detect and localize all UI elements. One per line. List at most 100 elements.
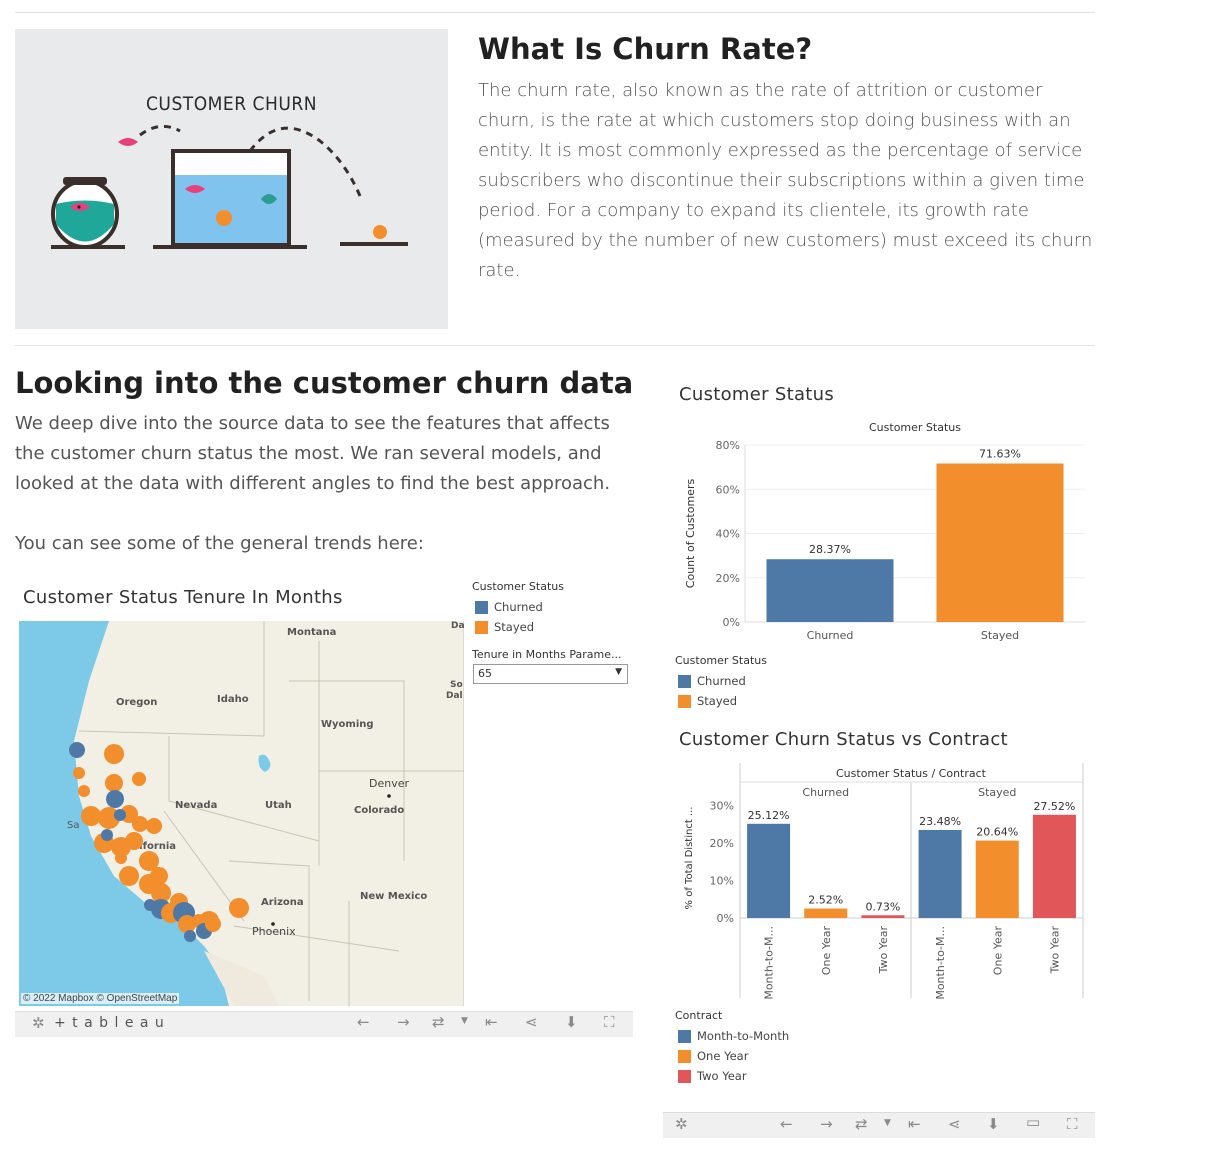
stayed-swatch [475,620,488,634]
data-label: 20.64% [976,826,1018,839]
map-canvas: Montana Oregon Idaho Wyoming Nevada Utah… [19,621,464,1006]
x-tick-label: Two Year [1048,926,1061,975]
state-label-montana: Montana [287,627,336,638]
status-bar-chart[interactable]: Customer Status 80% 60% 40% 20% 0% Count of Cu… [670,410,1095,650]
bar-churned [766,559,894,622]
legend-item-churned[interactable]: Churned [678,671,746,691]
revert-chevron-icon[interactable]: ▼ [461,1016,468,1026]
x-tick-label: Stayed [981,629,1019,642]
top-divider [15,12,1095,13]
tableau-asterisk-icon: ✲ [32,1014,45,1032]
map-viz-title: Customer Status Tenure In Months [23,587,343,608]
trends-intro: You can see some of the general trends h… [15,533,424,554]
state-label-nevada: Nevada [175,800,217,811]
state-label-so: So [450,680,463,690]
redo-icon[interactable]: → [397,1013,410,1031]
y-tick-label: 30% [710,800,734,813]
bar-stayed [936,463,1064,622]
month-to-month-swatch [678,1029,691,1043]
tenure-param-label: Tenure in Months Parame... [472,648,622,661]
download-icon[interactable]: ⬇ [565,1013,578,1031]
section-divider [15,345,1095,346]
data-label: 71.63% [979,448,1021,461]
redo-icon[interactable]: → [820,1115,833,1133]
chart-title: Customer Status [869,421,961,434]
state-label-colorado: Colorado [354,805,404,816]
legend-item-stayed[interactable]: Stayed [678,691,746,711]
legend-item-month-to-month[interactable]: Month-to-Month [678,1026,789,1046]
bar-churned-0 [747,823,791,918]
churn-rate-description: The churn rate, also known as the rate o… [478,80,1093,281]
churned-swatch [678,674,691,688]
two-year-swatch [678,1069,691,1083]
y-tick-label: 20% [716,572,740,585]
legend-item-churned[interactable]: Churned [475,597,543,617]
legend-item-one-year[interactable]: One Year [678,1046,789,1066]
undo-icon[interactable]: ← [780,1115,793,1133]
bar-stayed-2 [1032,814,1076,918]
bar-churned-2 [861,915,905,918]
state-label-arizona: Arizona [261,897,304,908]
tableau-logo[interactable]: + t a b l e a u [54,1015,165,1031]
legend-item-two-year[interactable]: Two Year [678,1066,789,1086]
customer-map[interactable]: Montana Oregon Idaho Wyoming Nevada Utah… [19,621,464,1006]
state-label-dal: Dal [446,691,463,701]
download-icon[interactable]: ⬇ [987,1115,1000,1133]
y-tick-label: 60% [716,483,740,496]
city-label-sa: Sa [67,820,79,831]
share-icon[interactable]: ⋖ [525,1013,538,1031]
state-label-idaho: Idaho [217,694,249,705]
state-label-wyoming: Wyoming [321,719,374,730]
group-label-stayed: Stayed [978,786,1016,799]
x-tick-label: Month-to-M... [763,926,776,1000]
fishbowl-art [51,124,408,249]
contract-legend-title: Contract [675,1009,723,1022]
y-tick-label: 20% [710,837,734,850]
revert-icon[interactable]: ⇄ [432,1013,445,1031]
device-preview-icon[interactable]: ▭ [1026,1113,1040,1131]
revert-icon[interactable]: ⇄ [855,1115,868,1133]
legend-item-stayed[interactable]: Stayed [475,617,543,637]
map-attribution[interactable]: © 2022 Mapbox © OpenStreetMap [21,993,180,1004]
y-axis-label: % of Total Distinct ... [684,807,695,910]
status-legend: Churned Stayed [678,671,746,711]
fullscreen-icon[interactable]: ⛶ [604,1013,615,1031]
group-label-churned: Churned [802,786,849,799]
churned-swatch [475,600,488,614]
state-label-new-mexico: New Mexico [360,891,427,902]
data-label: 23.48% [919,815,961,828]
y-tick-label: 0% [723,616,740,629]
map-legend-title: Customer Status [472,580,564,593]
stayed-swatch [678,694,691,708]
tableau-asterisk-icon: ✲ [675,1115,688,1133]
churn-rate-heading: What Is Churn Rate? [478,32,813,66]
y-tick-label: 0% [717,912,734,925]
undo-icon[interactable]: ← [357,1013,370,1031]
y-axis-label: Count of Customers [684,479,697,589]
x-tick-label: One Year [991,926,1004,976]
looking-description: We deep dive into the source data to see… [15,413,611,494]
contract-legend: Month-to-Month One Year Two Year [678,1026,789,1086]
bar-churned-1 [804,908,848,918]
tenure-param-dropdown[interactable]: 65 ▼ [473,664,628,684]
reset-icon[interactable]: ⇤ [485,1013,498,1031]
share-icon[interactable]: ⋖ [948,1115,961,1133]
y-tick-label: 80% [716,439,740,452]
customer-churn-illustration: CUSTOMER CHURN [15,29,448,329]
state-label-oregon: Oregon [116,697,157,708]
contract-bar-chart[interactable]: Customer Status / Contract 30% 20% 10% 0% % o… [670,758,1095,1003]
chevron-down-icon: ▼ [615,667,622,677]
y-tick-label: 40% [716,528,740,541]
revert-chevron-icon[interactable]: ▼ [884,1118,891,1128]
city-label-denver: Denver [369,777,409,790]
x-tick-label: Churned [807,629,854,642]
map-legend: Churned Stayed [475,597,543,637]
data-label: 0.73% [865,900,900,913]
chart-title: Customer Status / Contract [836,767,987,780]
state-label-da: Da [451,621,464,631]
status-legend-title: Customer Status [675,654,767,667]
reset-icon[interactable]: ⇤ [908,1115,921,1133]
y-tick-label: 10% [710,875,734,888]
fullscreen-icon[interactable]: ⛶ [1067,1115,1078,1133]
data-label: 28.37% [809,543,851,556]
